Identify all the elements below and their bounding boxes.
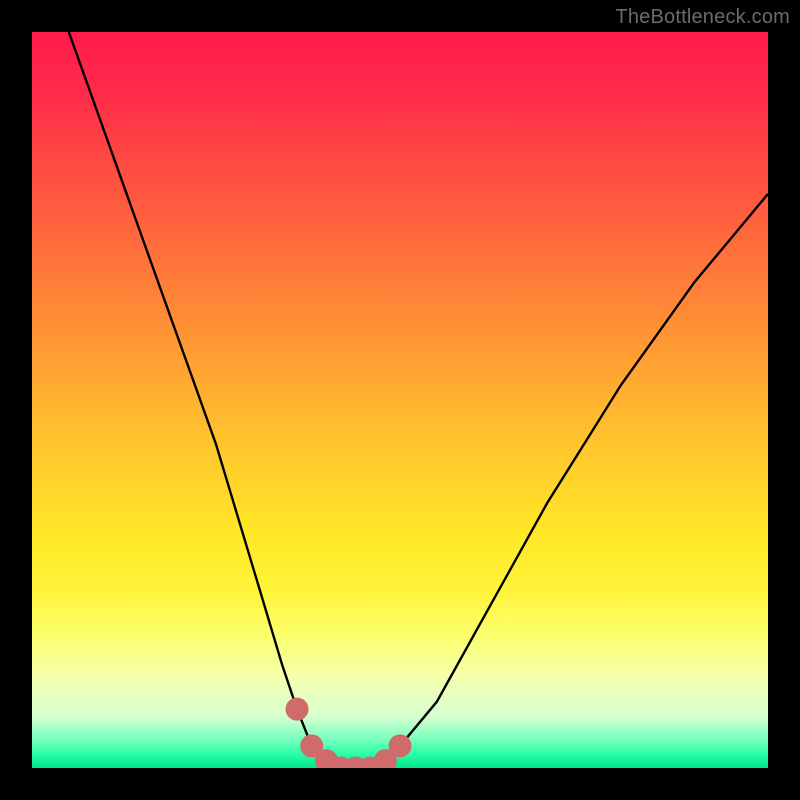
chart-frame: TheBottleneck.com xyxy=(0,0,800,800)
optimal-marker xyxy=(286,698,308,720)
watermark-label: TheBottleneck.com xyxy=(615,6,790,29)
plot-area xyxy=(32,32,768,768)
optimal-marker xyxy=(389,735,411,757)
optimal-range-markers xyxy=(32,32,768,768)
